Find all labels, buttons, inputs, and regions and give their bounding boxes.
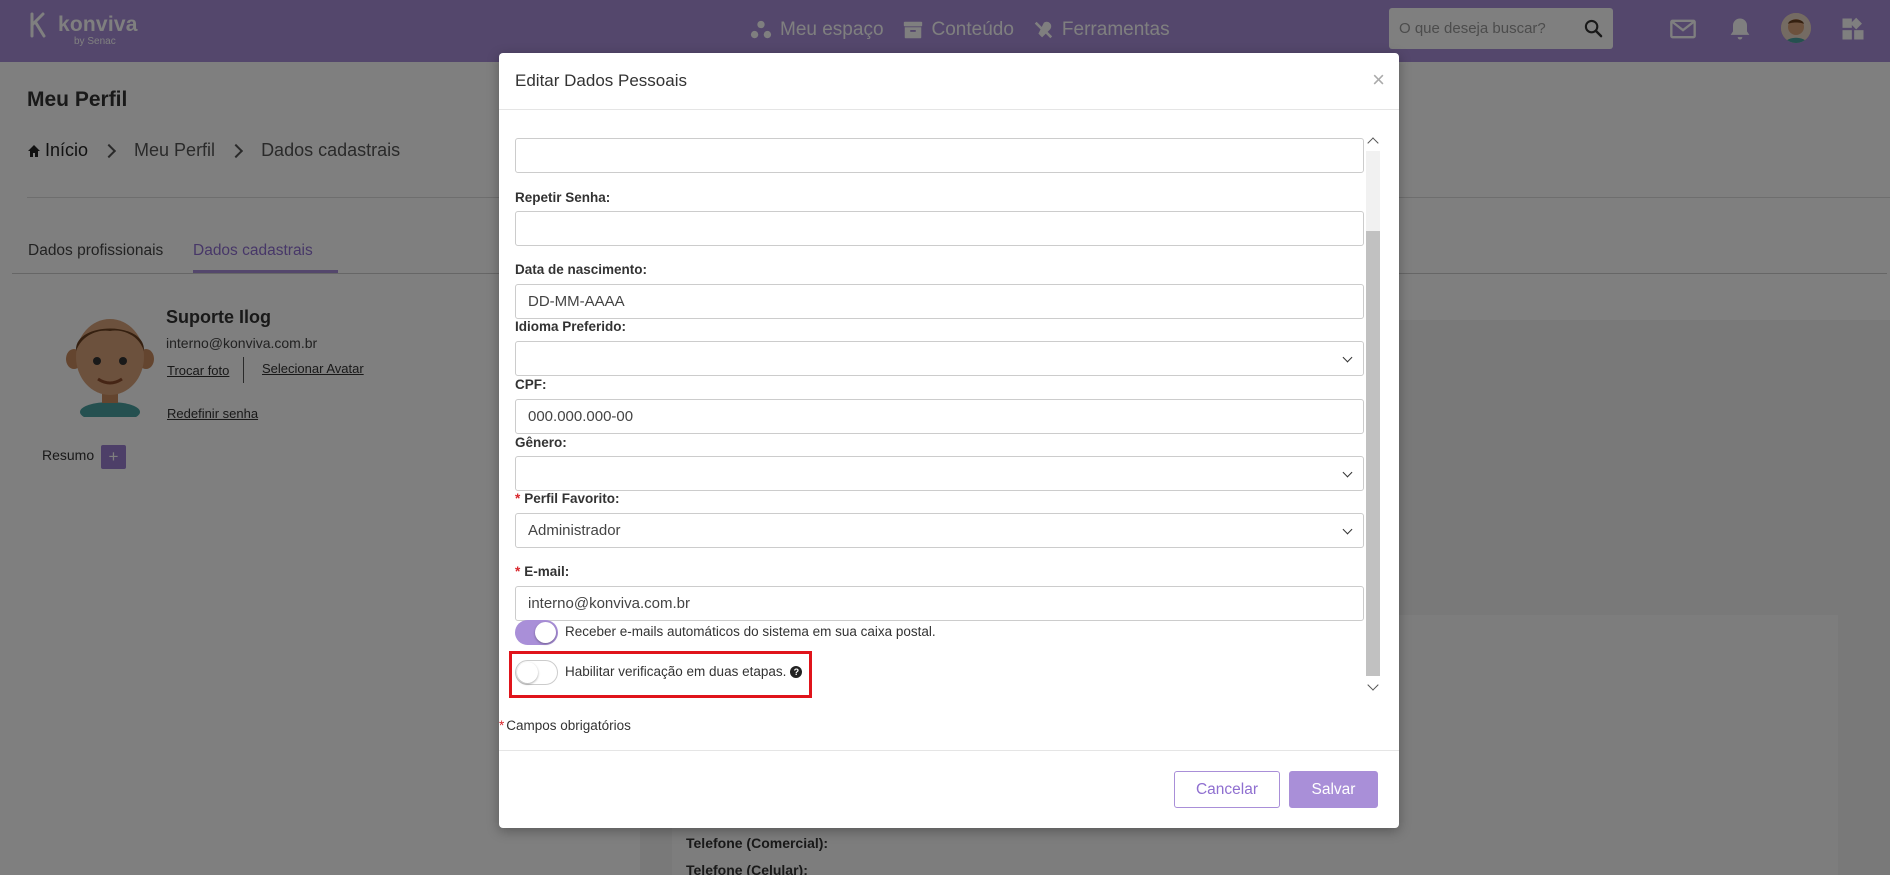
email-field[interactable] — [515, 586, 1364, 621]
favorite-profile-label-text: Perfil Favorito: — [524, 491, 620, 506]
modal-footer-divider — [499, 750, 1399, 751]
birth-date-label: Data de nascimento: — [515, 262, 648, 277]
save-button[interactable]: Salvar — [1289, 771, 1378, 808]
toggle-knob — [535, 622, 556, 643]
scroll-thumb[interactable] — [1366, 231, 1380, 676]
chevron-down-icon — [1342, 352, 1353, 363]
modal-title: Editar Dados Pessoais — [515, 71, 687, 90]
password-field[interactable] — [515, 138, 1364, 173]
gender-label: Gênero: — [515, 435, 567, 450]
chevron-down-icon — [1342, 524, 1353, 535]
required-fields-note: * Campos obrigatórios — [499, 718, 631, 733]
cpf-label: CPF: — [515, 377, 547, 392]
scroll-down-arrow[interactable] — [1367, 679, 1379, 691]
gender-select[interactable] — [515, 456, 1364, 491]
auto-emails-label: Receber e-mails automáticos do sistema e… — [565, 624, 936, 639]
cancel-button[interactable]: Cancelar — [1174, 771, 1280, 808]
email-label: * E-mail: — [515, 564, 569, 579]
language-label: Idioma Preferido: — [515, 319, 627, 334]
required-asterisk: * — [499, 718, 505, 733]
close-icon[interactable]: × — [1372, 69, 1385, 91]
modal-header: Editar Dados Pessoais × — [499, 53, 1399, 110]
modal-scrollbar[interactable] — [1363, 131, 1383, 696]
required-fields-text: Campos obrigatórios — [506, 718, 631, 733]
repeat-password-label: Repetir Senha: — [515, 190, 611, 205]
chevron-down-icon — [1342, 467, 1353, 478]
scroll-up-arrow[interactable] — [1367, 137, 1379, 149]
required-asterisk: * — [515, 491, 521, 506]
highlight-box — [509, 651, 812, 698]
favorite-profile-select[interactable]: Administrador — [515, 513, 1364, 548]
favorite-profile-value: Administrador — [528, 522, 621, 539]
language-select[interactable] — [515, 341, 1364, 376]
required-asterisk: * — [515, 564, 521, 579]
repeat-password-field[interactable] — [515, 211, 1364, 246]
edit-personal-data-modal: Editar Dados Pessoais × Repetir Senha: D… — [499, 53, 1399, 828]
birth-date-field[interactable] — [515, 284, 1364, 319]
auto-emails-toggle[interactable] — [515, 620, 558, 645]
email-label-text: E-mail: — [524, 564, 570, 579]
favorite-profile-label: * Perfil Favorito: — [515, 491, 620, 506]
cpf-field[interactable] — [515, 399, 1364, 434]
